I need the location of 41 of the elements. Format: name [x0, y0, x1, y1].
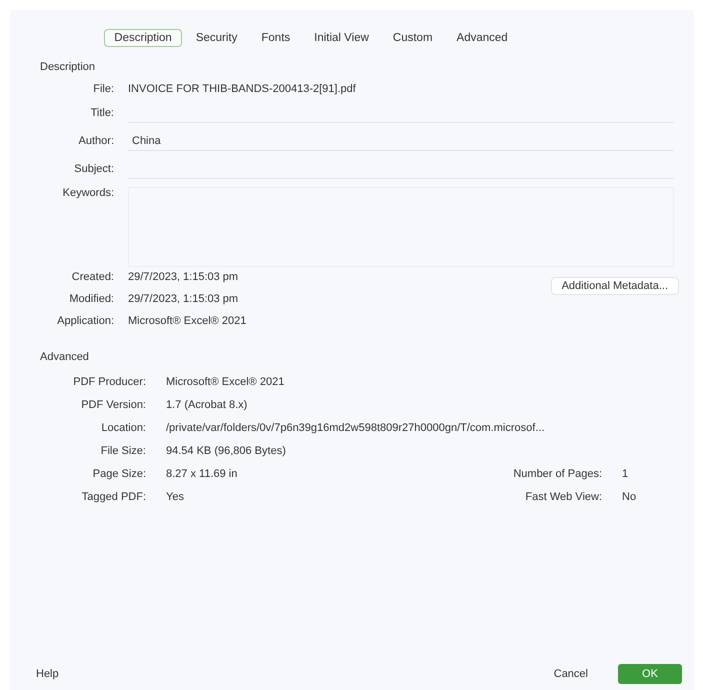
field-label: Fast Web View: [524, 491, 602, 503]
field-label: Subject: [73, 163, 114, 175]
field-label: File Size: [100, 445, 146, 457]
field-label: File: [92, 83, 114, 95]
field-value: /private/var/folders/0v/7p6n39g16md2w598t809r27h0000gn/T/com.microsof... [166, 422, 546, 434]
section-heading: Advanced [40, 351, 90, 363]
field-value: 29/7/2023, 1:15:03 pm [128, 293, 240, 305]
field-value: 29/7/2023, 1:15:03 pm [128, 271, 240, 283]
field-value: Yes [166, 491, 185, 503]
field-label: Created: [70, 271, 114, 283]
tab[interactable]: Custom [382, 29, 443, 47]
field-value: No [622, 491, 638, 503]
field-label: PDF Producer: [72, 376, 146, 388]
field-value: 94.54 KB (96,806 Bytes) [166, 445, 287, 457]
ok-button[interactable]: OK [618, 664, 682, 684]
tab[interactable]: Fonts [251, 29, 300, 47]
field-label: Page Size: [92, 468, 146, 480]
field-label: Author: [78, 135, 114, 147]
help-button[interactable]: Help [28, 666, 67, 682]
field-value: 1 [622, 468, 630, 480]
tab[interactable]: Initial View [304, 29, 379, 47]
field-value: 1.7 (Acrobat 8.x) [166, 399, 248, 411]
field-value: Microsoft® Excel® 2021 [166, 376, 286, 388]
additional-metadata-button[interactable]: Additional Metadata... [550, 277, 679, 295]
field-label: Location: [100, 422, 146, 434]
field-value: Microsoft® Excel® 2021 [128, 315, 246, 327]
cancel-button[interactable]: Cancel [546, 666, 596, 682]
section-heading: Description [40, 61, 96, 73]
field-label: Modified: [68, 293, 114, 305]
field-label: Number of Pages: [512, 468, 602, 480]
field-label: Application: [56, 315, 114, 327]
tab[interactable]: Description [104, 29, 182, 47]
field-value: 8.27 x 11.69 in [166, 468, 238, 480]
file-name: INVOICE FOR THIB-BANDS-200413-2[91].pdf [128, 83, 357, 95]
field-label: Tagged PDF: [80, 491, 146, 503]
tab[interactable]: Security [186, 29, 248, 47]
field-label: PDF Version: [80, 399, 146, 411]
input-field[interactable]: China [128, 131, 674, 151]
tab[interactable]: Advanced [446, 29, 518, 47]
field-label: Title: [90, 107, 114, 119]
field-label: Keywords: [62, 187, 114, 199]
